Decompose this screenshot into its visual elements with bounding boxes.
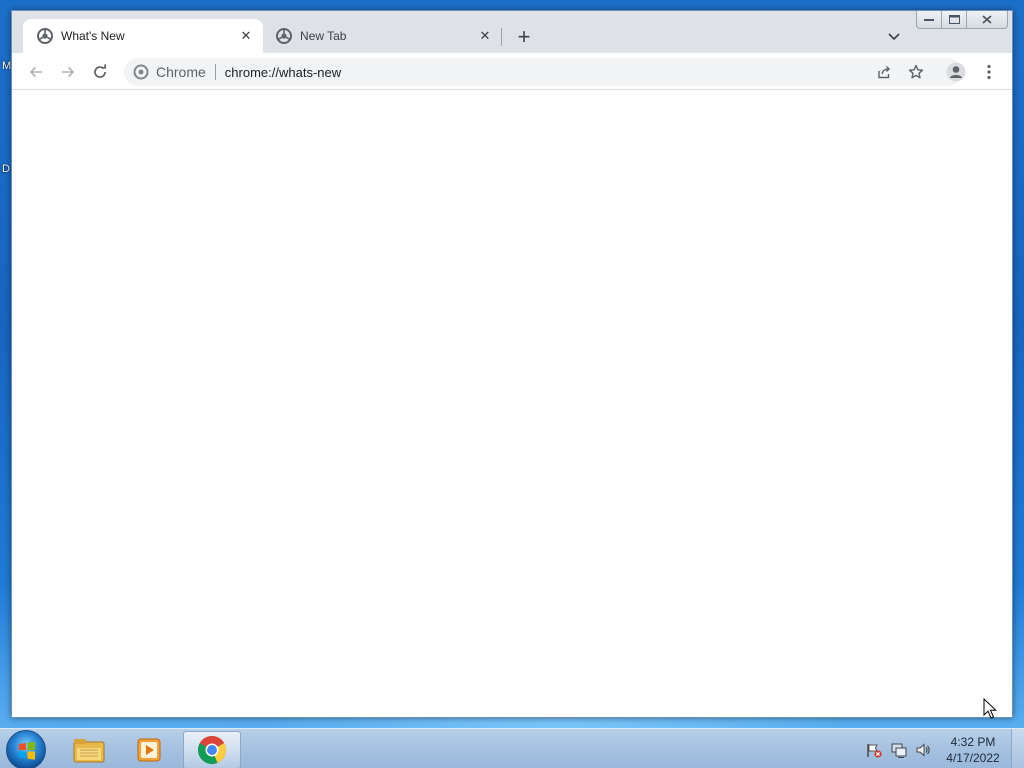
desktop-icon-label[interactable]: D xyxy=(2,163,10,175)
kebab-menu-icon xyxy=(987,64,991,80)
system-clock[interactable]: 4:32 PM 4/17/2022 xyxy=(938,734,1008,766)
chrome-menu-button[interactable] xyxy=(976,59,1002,85)
close-tab-icon[interactable]: ✕ xyxy=(237,27,255,45)
close-window-button[interactable] xyxy=(966,11,1008,29)
media-player-icon xyxy=(137,738,161,762)
clock-date: 4/17/2022 xyxy=(946,751,1000,765)
tab-separator xyxy=(501,28,502,46)
bookmark-star-icon[interactable] xyxy=(906,64,926,80)
mouse-cursor-icon xyxy=(983,698,997,719)
folder-icon xyxy=(73,739,105,763)
profile-button[interactable] xyxy=(943,59,969,85)
tab-strip: What's New ✕ New Tab ✕ + xyxy=(12,11,1012,53)
chrome-favicon-icon xyxy=(276,28,292,44)
chrome-logo-icon xyxy=(198,736,226,765)
taskbar-media-player-button[interactable] xyxy=(120,731,178,768)
share-icon[interactable] xyxy=(874,64,894,80)
tab-new-tab[interactable]: New Tab ✕ xyxy=(262,19,502,53)
desktop-icon-label[interactable]: M xyxy=(2,60,11,72)
back-button[interactable] xyxy=(23,59,49,85)
tab-whats-new[interactable]: What's New ✕ xyxy=(23,19,263,53)
taskbar-chrome-button[interactable] xyxy=(183,731,241,768)
chrome-logo-icon xyxy=(133,64,149,80)
reload-icon xyxy=(94,64,107,78)
volume-icon[interactable] xyxy=(915,742,931,758)
minimize-button[interactable] xyxy=(916,11,942,29)
omnibox-divider xyxy=(214,64,216,80)
chrome-window: What's New ✕ New Tab ✕ + Chrome chrome:/… xyxy=(11,10,1013,718)
chrome-favicon-icon xyxy=(37,28,53,44)
close-tab-icon[interactable]: ✕ xyxy=(476,27,494,45)
tab-search-chevron-icon[interactable] xyxy=(882,27,906,47)
profile-avatar-icon xyxy=(946,62,966,82)
page-content xyxy=(12,91,1012,717)
url-text[interactable]: chrome://whats-new xyxy=(225,65,341,80)
windows-logo-icon xyxy=(19,741,35,760)
clock-time: 4:32 PM xyxy=(950,735,996,749)
reload-button[interactable] xyxy=(87,59,113,85)
browser-toolbar: Chrome chrome://whats-new xyxy=(12,53,1012,90)
forward-button[interactable] xyxy=(55,59,81,85)
start-button[interactable] xyxy=(6,730,46,768)
show-desktop-button[interactable] xyxy=(1011,729,1024,768)
address-bar[interactable]: Chrome chrome://whats-new xyxy=(124,58,962,86)
action-center-flag-icon[interactable] xyxy=(866,742,882,758)
back-arrow-icon xyxy=(29,66,42,78)
taskbar: 4:32 PM 4/17/2022 xyxy=(0,728,1024,768)
forward-arrow-icon xyxy=(62,66,75,78)
taskbar-explorer-button[interactable] xyxy=(60,731,118,768)
tab-title: What's New xyxy=(61,29,125,43)
site-chip-label: Chrome xyxy=(156,64,206,80)
restore-button[interactable] xyxy=(941,11,967,29)
network-icon[interactable] xyxy=(891,742,907,758)
new-tab-button[interactable]: + xyxy=(512,25,536,49)
tab-title: New Tab xyxy=(300,29,347,43)
